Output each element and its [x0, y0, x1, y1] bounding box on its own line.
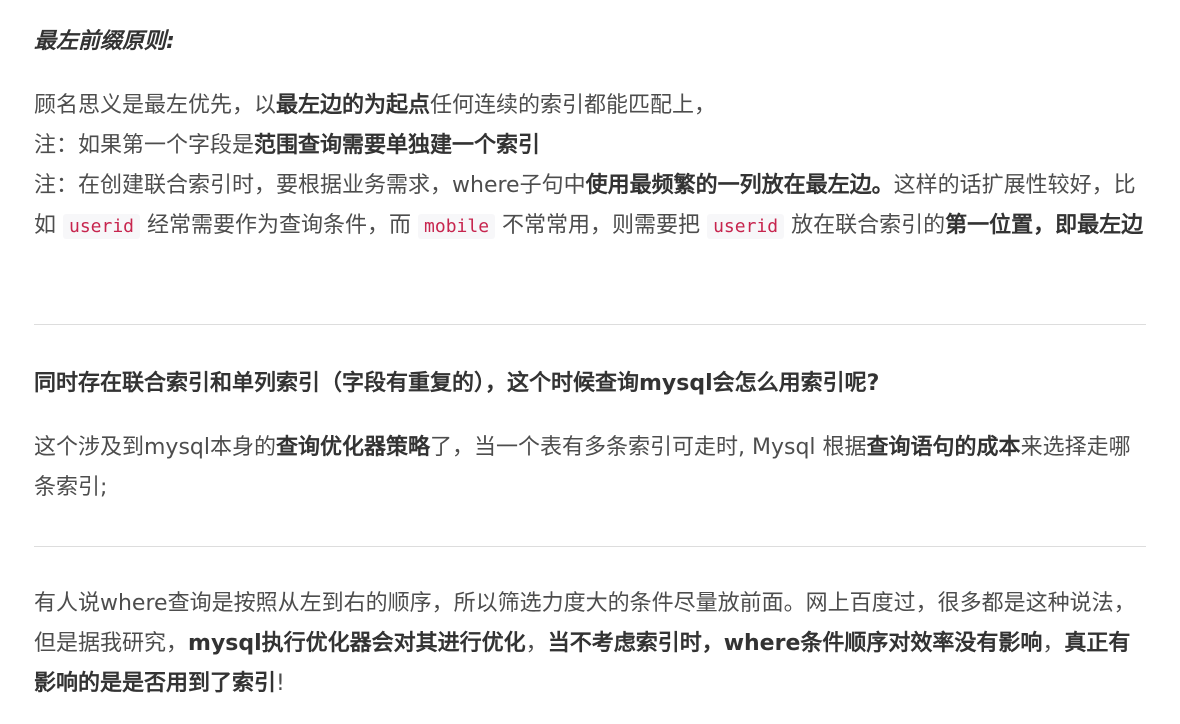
- leftmost-prefix-block: 顾名思义是最左优先，以最左边的为起点任何连续的索引都能匹配上， 注：如果第一个字…: [34, 86, 1146, 247]
- where-order-paragraph: 有人说where查询是按照从左到右的顺序，所以筛选力度大的条件尽量放前面。网上百…: [34, 591, 1136, 696]
- principle-line: 顾名思义是最左优先，以最左边的为起点任何连续的索引都能匹配上，: [34, 93, 717, 118]
- answer-paragraph: 这个涉及到mysql本身的查询优化器策略了，当一个表有多条索引可走时, Mysq…: [34, 435, 1131, 500]
- inline-code-userid-2: userid: [707, 214, 785, 239]
- inline-code-userid: userid: [63, 214, 141, 239]
- horizontal-divider-2: [34, 546, 1146, 547]
- article-content: 最左前缀原则: 顾名思义是最左优先，以最左边的为起点任何连续的索引都能匹配上， …: [0, 0, 1180, 724]
- note-range-query: 注：如果第一个字段是范围查询需要单独建一个索引: [34, 133, 541, 158]
- question-heading: 同时存在联合索引和单列索引（字段有重复的），这个时候查询mysql会怎么用索引呢…: [34, 371, 880, 396]
- inline-code-mobile: mobile: [418, 214, 496, 239]
- note-composite-index: 注：在创建联合索引时，要根据业务需求，where子句中使用最频繁的一列放在最左边…: [34, 173, 1144, 239]
- horizontal-divider: [34, 324, 1146, 325]
- section-title: 最左前缀原则:: [34, 29, 175, 54]
